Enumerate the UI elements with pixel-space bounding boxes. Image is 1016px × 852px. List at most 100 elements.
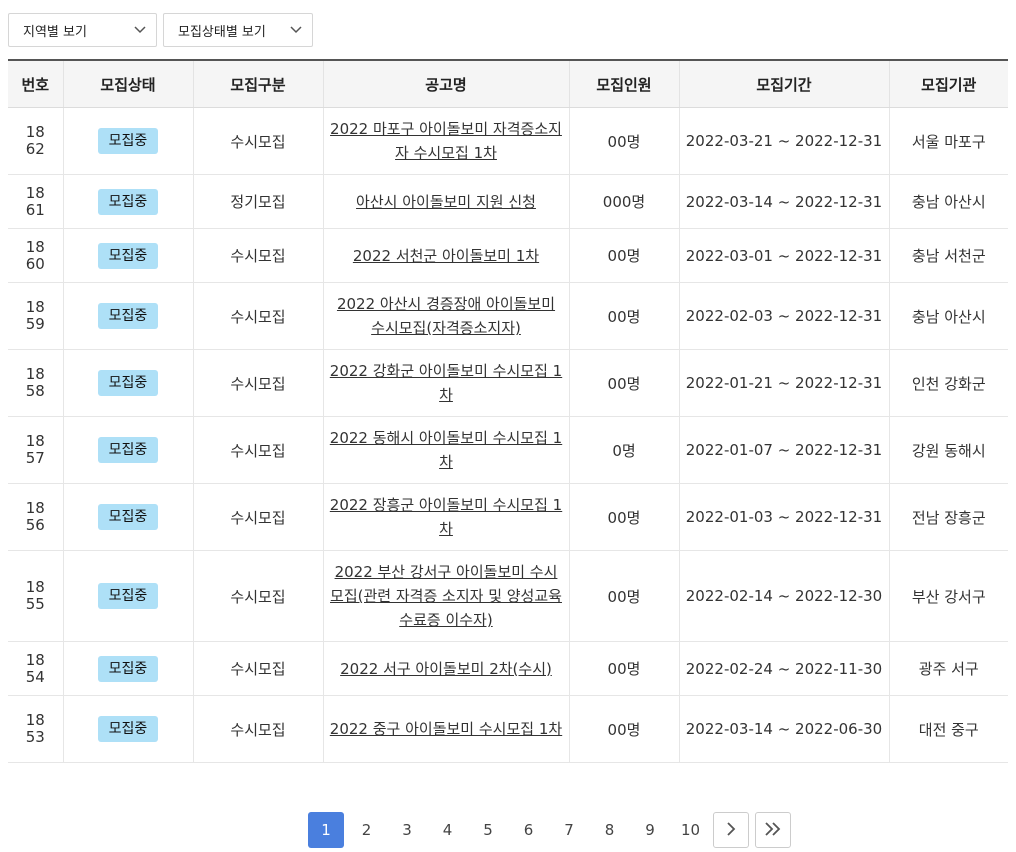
- recruit-period: 2022-01-07 ~ 2022-12-31: [678, 416, 889, 484]
- table-row: 1857 모집중 수시모집 2022 동해시 아이돌보미 수시모집 1차 0명 …: [8, 416, 1008, 484]
- page-2-button[interactable]: 2: [349, 812, 385, 848]
- page-1-button[interactable]: 1: [308, 812, 344, 848]
- recruit-period: 2022-02-14 ~ 2022-12-30: [678, 550, 889, 642]
- recruit-agency: 인천 강화군: [888, 349, 1008, 417]
- notice-title-link[interactable]: 2022 부산 강서구 아이돌보미 수시모집(관련 자격증 소지자 및 양성교육…: [330, 563, 562, 629]
- page-7-button[interactable]: 7: [551, 812, 587, 848]
- row-number: 1859: [25, 298, 45, 333]
- notice-title-link[interactable]: 2022 서구 아이돌보미 2차(수시): [340, 660, 552, 678]
- recruit-type: 수시모집: [192, 416, 323, 484]
- status-badge: 모집중: [97, 437, 159, 463]
- page-8-button[interactable]: 8: [592, 812, 628, 848]
- table-row: 1860 모집중 수시모집 2022 서천군 아이돌보미 1차 00명 2022…: [8, 228, 1008, 283]
- row-number: 1854: [25, 650, 45, 686]
- recruit-type: 수시모집: [192, 228, 323, 283]
- recruit-count: 00명: [568, 282, 679, 350]
- status-badge: 모집중: [97, 370, 159, 396]
- recruit-agency: 전남 장흥군: [888, 483, 1008, 551]
- recruit-count: 00명: [568, 483, 679, 551]
- status-badge: 모집중: [97, 128, 159, 154]
- table-row: 1854 모집중 수시모집 2022 서구 아이돌보미 2차(수시) 00명 2…: [8, 641, 1008, 696]
- row-number: 1861: [25, 183, 45, 219]
- row-number: 1858: [25, 365, 45, 400]
- recruit-type: 수시모집: [192, 550, 323, 642]
- notice-title-link[interactable]: 2022 서천군 아이돌보미 1차: [353, 247, 539, 265]
- chevron-down-icon: [290, 24, 302, 36]
- recruit-type: 정기모집: [192, 174, 323, 229]
- recruit-type: 수시모집: [192, 349, 323, 417]
- chevron-right-icon: [726, 821, 736, 840]
- notice-title-link[interactable]: 2022 아산시 경증장애 아이돌보미 수시모집(자격증소지자): [337, 295, 555, 337]
- recruit-type: 수시모집: [192, 695, 323, 763]
- recruit-agency: 부산 강서구: [888, 550, 1008, 642]
- row-number: 1855: [25, 578, 45, 613]
- header-title: 공고명: [322, 59, 569, 108]
- recruit-agency: 광주 서구: [888, 641, 1008, 696]
- recruit-count: 00명: [568, 695, 679, 763]
- table-header-row: 번호 모집상태 모집구분 공고명 모집인원 모집기간 모집기관: [8, 59, 1008, 108]
- notice-title-link[interactable]: 아산시 아이돌보미 지원 신청: [356, 193, 536, 211]
- notice-title-link[interactable]: 2022 중구 아이돌보미 수시모집 1차: [330, 720, 562, 738]
- recruit-count: 00명: [568, 550, 679, 642]
- next-page-button[interactable]: [713, 812, 749, 848]
- page-10-button[interactable]: 10: [673, 812, 709, 848]
- notice-title-link[interactable]: 2022 마포구 아이돌보미 자격증소지자 수시모집 1차: [330, 120, 562, 162]
- recruit-count: 00명: [568, 349, 679, 417]
- recruit-period: 2022-03-01 ~ 2022-12-31: [678, 228, 889, 283]
- recruit-period: 2022-01-21 ~ 2022-12-31: [678, 349, 889, 417]
- row-number: 1857: [25, 432, 45, 467]
- table-row: 1859 모집중 수시모집 2022 아산시 경증장애 아이돌보미 수시모집(자…: [8, 282, 1008, 350]
- recruit-type: 수시모집: [192, 483, 323, 551]
- recruit-period: 2022-02-24 ~ 2022-11-30: [678, 641, 889, 696]
- page-5-button[interactable]: 5: [470, 812, 506, 848]
- recruit-period: 2022-03-14 ~ 2022-06-30: [678, 695, 889, 763]
- row-number: 1856: [25, 499, 45, 534]
- notice-title-link[interactable]: 2022 동해시 아이돌보미 수시모집 1차: [330, 429, 562, 471]
- notice-title-link[interactable]: 2022 장흥군 아이돌보미 수시모집 1차: [330, 496, 562, 538]
- header-status: 모집상태: [62, 59, 193, 108]
- recruit-agency: 서울 마포구: [888, 107, 1008, 175]
- status-badge: 모집중: [97, 242, 159, 269]
- status-filter-select[interactable]: 모집상태별 보기: [163, 13, 313, 47]
- status-badge: 모집중: [97, 655, 159, 682]
- status-badge: 모집중: [97, 583, 159, 609]
- row-number: 1860: [25, 237, 45, 273]
- double-chevron-right-icon: [764, 821, 782, 840]
- recruit-agency: 대전 중구: [888, 695, 1008, 763]
- status-filter-label: 모집상태별 보기: [178, 24, 266, 40]
- status-badge: 모집중: [97, 716, 159, 742]
- pagination: 1 2 3 4 5 6 7 8 9 10: [308, 812, 797, 848]
- filter-bar: 지역별 보기 모집상태별 보기: [8, 13, 313, 47]
- row-number: 1853: [25, 711, 45, 746]
- recruit-agency: 강원 동해시: [888, 416, 1008, 484]
- region-filter-label: 지역별 보기: [23, 24, 87, 40]
- page-4-button[interactable]: 4: [430, 812, 466, 848]
- recruit-count: 00명: [568, 641, 679, 696]
- last-page-button[interactable]: [755, 812, 791, 848]
- recruit-count: 00명: [568, 228, 679, 283]
- table-row: 1858 모집중 수시모집 2022 강화군 아이돌보미 수시모집 1차 00명…: [8, 349, 1008, 417]
- notice-title-link[interactable]: 2022 강화군 아이돌보미 수시모집 1차: [330, 362, 562, 404]
- row-number: 1862: [25, 123, 45, 158]
- recruit-agency: 충남 아산시: [888, 282, 1008, 350]
- table-row: 1861 모집중 정기모집 아산시 아이돌보미 지원 신청 000명 2022-…: [8, 174, 1008, 229]
- status-badge: 모집중: [97, 188, 159, 215]
- region-filter-select[interactable]: 지역별 보기: [8, 13, 157, 47]
- recruit-count: 00명: [568, 107, 679, 175]
- recruit-period: 2022-03-21 ~ 2022-12-31: [678, 107, 889, 175]
- recruit-period: 2022-01-03 ~ 2022-12-31: [678, 483, 889, 551]
- header-period: 모집기간: [678, 59, 889, 108]
- page-6-button[interactable]: 6: [511, 812, 547, 848]
- recruit-type: 수시모집: [192, 107, 323, 175]
- header-number: 번호: [8, 59, 63, 108]
- recruit-period: 2022-03-14 ~ 2022-12-31: [678, 174, 889, 229]
- recruit-agency: 충남 아산시: [888, 174, 1008, 229]
- recruit-type: 수시모집: [192, 282, 323, 350]
- page-9-button[interactable]: 9: [632, 812, 668, 848]
- table-row: 1862 모집중 수시모집 2022 마포구 아이돌보미 자격증소지자 수시모집…: [8, 107, 1008, 175]
- recruit-count: 000명: [568, 174, 679, 229]
- recruitment-table: 번호 모집상태 모집구분 공고명 모집인원 모집기간 모집기관 1862 모집중…: [8, 59, 1008, 763]
- recruit-type: 수시모집: [192, 641, 323, 696]
- page-3-button[interactable]: 3: [389, 812, 425, 848]
- recruit-period: 2022-02-03 ~ 2022-12-31: [678, 282, 889, 350]
